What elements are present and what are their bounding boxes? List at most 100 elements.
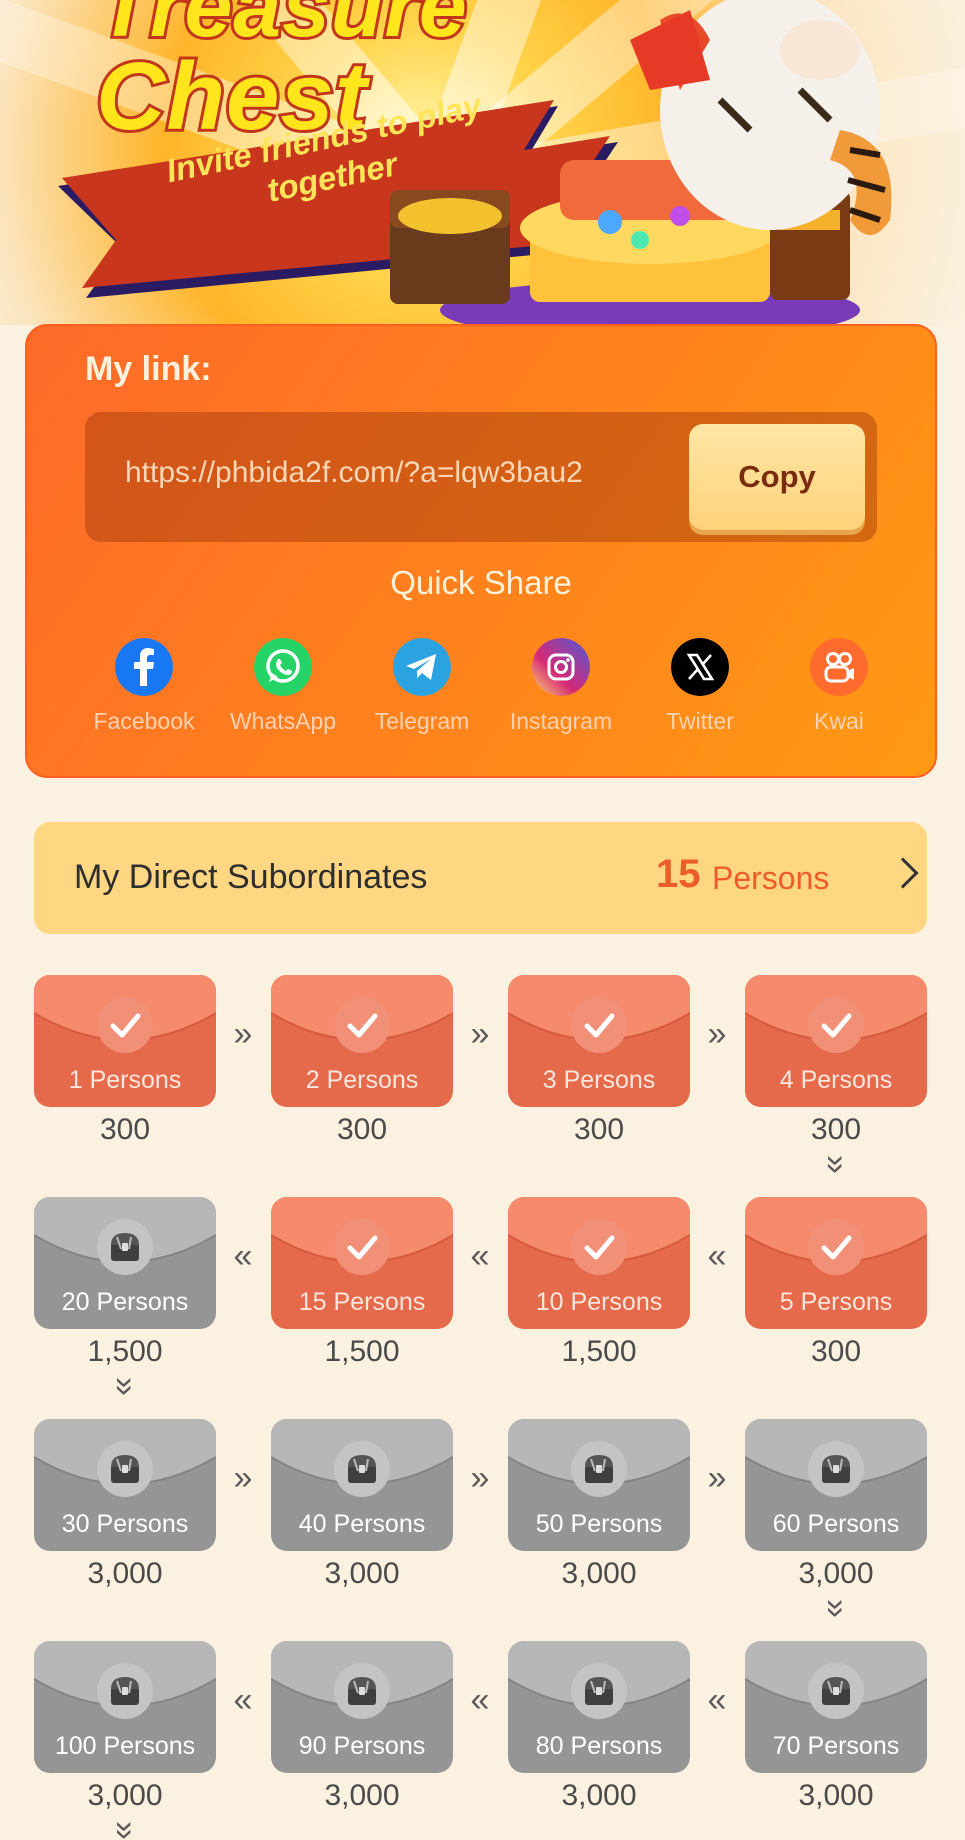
milestone-label: 3 Persons bbox=[542, 1066, 656, 1094]
whatsapp-icon bbox=[254, 638, 312, 696]
milestone-card[interactable]: 40 Persons 3,000 bbox=[271, 1419, 453, 1591]
milestone-card[interactable]: 50 Persons 3,000 bbox=[508, 1419, 690, 1591]
share-twitter-label: Twitter bbox=[666, 708, 734, 734]
milestone-card[interactable]: 20 Persons 1,500 bbox=[34, 1197, 216, 1369]
milestone-reward: 1,500 bbox=[324, 1335, 400, 1368]
milestone-card[interactable]: 10 Persons 1,500 bbox=[508, 1197, 690, 1369]
facebook-icon bbox=[115, 638, 173, 696]
chevron-double-right-icon: » bbox=[470, 1015, 490, 1053]
checkmark-icon bbox=[808, 1219, 864, 1275]
chevron-double-right-icon: » bbox=[233, 1015, 253, 1053]
chevron-double-right-icon: » bbox=[233, 1459, 253, 1497]
milestone-label: 70 Persons bbox=[772, 1732, 900, 1760]
share-kwai-label: Kwai bbox=[814, 708, 864, 734]
milestone-label: 30 Persons bbox=[61, 1510, 189, 1538]
treasure-chest-icon bbox=[808, 1663, 864, 1719]
share-telegram-button[interactable]: Telegram bbox=[357, 638, 487, 735]
milestone-card[interactable]: 100 Persons 3,000 bbox=[34, 1641, 216, 1813]
invite-link-card: My link: https://phbida2f.com/?a=lqw3bau… bbox=[25, 324, 937, 778]
my-link-label: My link: bbox=[85, 350, 212, 388]
chevron-double-right-icon: » bbox=[470, 1459, 490, 1497]
telegram-icon bbox=[393, 638, 451, 696]
claimed-envelope[interactable]: 10 Persons bbox=[508, 1197, 690, 1329]
invite-link-url[interactable]: https://phbida2f.com/?a=lqw3bau2 bbox=[125, 456, 583, 490]
claimed-envelope[interactable]: 5 Persons bbox=[745, 1197, 927, 1329]
chevron-double-down-icon: » bbox=[817, 1599, 856, 1618]
milestone-card[interactable]: 90 Persons 3,000 bbox=[271, 1641, 453, 1813]
milestone-card[interactable]: 5 Persons 300 bbox=[745, 1197, 927, 1369]
locked-envelope[interactable]: 100 Persons bbox=[34, 1641, 216, 1773]
direct-subordinates-row[interactable]: My Direct Subordinates 15 Persons bbox=[34, 822, 927, 934]
milestone-label: 20 Persons bbox=[61, 1288, 189, 1316]
claimed-envelope[interactable]: 3 Persons bbox=[508, 975, 690, 1107]
checkmark-icon bbox=[334, 997, 390, 1053]
milestone-reward: 3,000 bbox=[798, 1779, 874, 1812]
treasure-chest-icon bbox=[97, 1441, 153, 1497]
copy-link-button[interactable]: Copy bbox=[689, 424, 865, 530]
chevron-double-left-icon: « bbox=[707, 1237, 727, 1275]
milestone-reward: 3,000 bbox=[87, 1557, 163, 1590]
locked-envelope[interactable]: 70 Persons bbox=[745, 1641, 927, 1773]
subordinates-label: My Direct Subordinates bbox=[74, 858, 428, 896]
share-whatsapp-button[interactable]: WhatsApp bbox=[218, 638, 348, 735]
milestone-card[interactable]: 1 Persons 300 bbox=[34, 975, 216, 1147]
treasure-chest-icon bbox=[571, 1441, 627, 1497]
milestone-reward: 3,000 bbox=[798, 1557, 874, 1590]
milestone-card[interactable]: 70 Persons 3,000 bbox=[745, 1641, 927, 1813]
locked-envelope[interactable]: 40 Persons bbox=[271, 1419, 453, 1551]
share-instagram-button[interactable]: Instagram bbox=[496, 638, 626, 735]
milestone-card[interactable]: 15 Persons 1,500 bbox=[271, 1197, 453, 1369]
milestone-label: 2 Persons bbox=[305, 1066, 419, 1094]
claimed-envelope[interactable]: 15 Persons bbox=[271, 1197, 453, 1329]
claimed-envelope[interactable]: 4 Persons bbox=[745, 975, 927, 1107]
chevron-double-left-icon: « bbox=[233, 1237, 253, 1275]
treasure-chest-icon bbox=[571, 1663, 627, 1719]
milestone-reward: 300 bbox=[336, 1113, 388, 1146]
claimed-envelope[interactable]: 1 Persons bbox=[34, 975, 216, 1107]
milestone-reward: 300 bbox=[810, 1335, 862, 1368]
chevron-double-down-icon: » bbox=[817, 1155, 856, 1174]
milestone-card[interactable]: 3 Persons 300 bbox=[508, 975, 690, 1147]
share-facebook-button[interactable]: Facebook bbox=[79, 638, 209, 735]
share-twitter-button[interactable]: Twitter bbox=[635, 638, 765, 735]
share-facebook-label: Facebook bbox=[93, 708, 195, 734]
milestone-reward: 300 bbox=[810, 1113, 862, 1146]
share-instagram-label: Instagram bbox=[509, 708, 613, 734]
subordinates-unit: Persons bbox=[712, 860, 830, 896]
milestone-card[interactable]: 60 Persons 3,000 bbox=[745, 1419, 927, 1591]
milestone-label: 100 Persons bbox=[54, 1732, 196, 1760]
locked-envelope[interactable]: 20 Persons bbox=[34, 1197, 216, 1329]
chevron-right-icon bbox=[887, 857, 919, 889]
milestone-reward: 1,500 bbox=[87, 1335, 163, 1368]
milestone-reward: 300 bbox=[99, 1113, 151, 1146]
subordinates-count: 15 bbox=[656, 852, 701, 896]
treasure-chest-icon bbox=[97, 1663, 153, 1719]
milestone-card[interactable]: 30 Persons 3,000 bbox=[34, 1419, 216, 1591]
chevron-double-left-icon: « bbox=[233, 1681, 253, 1719]
share-kwai-button[interactable]: Kwai bbox=[774, 638, 904, 735]
milestone-card[interactable]: 80 Persons 3,000 bbox=[508, 1641, 690, 1813]
locked-envelope[interactable]: 90 Persons bbox=[271, 1641, 453, 1773]
milestone-label: 40 Persons bbox=[298, 1510, 426, 1538]
chevron-double-down-icon: » bbox=[106, 1821, 145, 1840]
treasure-chest-icon bbox=[808, 1441, 864, 1497]
checkmark-icon bbox=[571, 1219, 627, 1275]
treasure-chest-icon bbox=[334, 1663, 390, 1719]
locked-envelope[interactable]: 30 Persons bbox=[34, 1419, 216, 1551]
checkmark-icon bbox=[808, 997, 864, 1053]
chevron-double-left-icon: « bbox=[707, 1681, 727, 1719]
milestone-reward: 3,000 bbox=[324, 1557, 400, 1590]
locked-envelope[interactable]: 80 Persons bbox=[508, 1641, 690, 1773]
milestone-card[interactable]: 4 Persons 300 bbox=[745, 975, 927, 1147]
locked-envelope[interactable]: 60 Persons bbox=[745, 1419, 927, 1551]
checkmark-icon bbox=[571, 997, 627, 1053]
claimed-envelope[interactable]: 2 Persons bbox=[271, 975, 453, 1107]
milestone-label: 50 Persons bbox=[535, 1510, 663, 1538]
milestone-card[interactable]: 2 Persons 300 bbox=[271, 975, 453, 1147]
checkmark-icon bbox=[334, 1219, 390, 1275]
milestone-label: 1 Persons bbox=[68, 1066, 182, 1094]
milestone-reward: 3,000 bbox=[87, 1779, 163, 1812]
share-telegram-label: Telegram bbox=[374, 708, 470, 734]
milestone-label: 60 Persons bbox=[772, 1510, 900, 1538]
locked-envelope[interactable]: 50 Persons bbox=[508, 1419, 690, 1551]
